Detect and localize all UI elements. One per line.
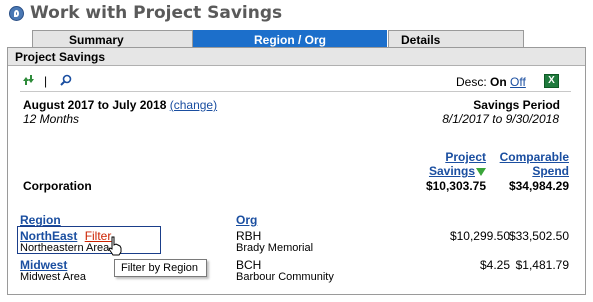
period-range-text: August 2017 to July 2018 [23, 98, 167, 112]
project-savings-panel: Project Savings | Desc: On Off X August … [7, 47, 586, 295]
savings-period-label: Savings Period [473, 98, 560, 112]
row-project-savings: $10,299.50 [449, 229, 510, 243]
change-period-link[interactable]: (change) [170, 98, 217, 112]
page-title: Work with Project Savings [30, 3, 283, 23]
magnifier-icon[interactable] [60, 74, 72, 86]
row-comparable-spend: $33,502.50 [508, 229, 569, 243]
table-row[interactable]: NorthEast Filter [20, 229, 111, 243]
desc-toggle: Desc: On Off [456, 75, 526, 89]
sort-desc-icon [476, 167, 486, 176]
org-desc-rbh: Brady Memorial [236, 242, 314, 254]
region-desc-northeast: Northeastern Area [20, 242, 110, 254]
period-months: 12 Months [23, 112, 80, 126]
org-code-bch: BCH [236, 258, 262, 272]
refresh-arrows-icon[interactable] [21, 74, 35, 86]
project-savings-header-line1[interactable]: Project [429, 150, 486, 164]
org-desc-bch: Barbour Community [236, 271, 334, 283]
project-savings-header[interactable]: Project Savings [429, 150, 486, 178]
region-link-midwest[interactable]: Midwest [20, 258, 67, 272]
project-savings-header-line2[interactable]: Savings [429, 164, 475, 178]
comparable-spend-header-line1[interactable]: Comparable [500, 150, 569, 164]
savings-period-dates: 8/1/2017 to 9/30/2018 [442, 112, 559, 126]
toolbar-separator [20, 91, 571, 92]
region-column-header[interactable]: Region [20, 213, 61, 227]
comparable-spend-header[interactable]: Comparable Spend [500, 150, 569, 178]
tab-region-org[interactable]: Region / Org [193, 30, 387, 48]
desc-on: On [490, 75, 507, 89]
toolbar-divider: | [44, 74, 48, 88]
app-logo-icon [9, 6, 24, 21]
desc-label: Desc: [456, 75, 487, 89]
tab-summary[interactable]: Summary [32, 30, 193, 48]
region-link-northeast[interactable]: NorthEast [20, 229, 77, 243]
excel-export-icon[interactable]: X [544, 74, 559, 88]
org-column-header[interactable]: Org [236, 213, 257, 227]
corporation-project-savings: $10,303.75 [425, 179, 486, 193]
tab-details[interactable]: Details [388, 30, 524, 48]
desc-off-link[interactable]: Off [510, 75, 526, 89]
panel-title: Project Savings [8, 48, 585, 66]
filter-tooltip: Filter by Region [114, 259, 207, 277]
org-code-rbh: RBH [236, 229, 262, 243]
row-comparable-spend: $1,481.79 [515, 258, 569, 272]
corporation-label: Corporation [23, 179, 92, 193]
period-range: August 2017 to July 2018 (change) [23, 98, 217, 112]
hand-cursor-icon [108, 236, 122, 256]
corporation-comparable-spend: $34,984.29 [508, 179, 569, 193]
row-project-savings: $4.25 [479, 258, 510, 272]
region-desc-midwest: Midwest Area [20, 271, 87, 283]
comparable-spend-header-line2[interactable]: Spend [500, 164, 569, 178]
